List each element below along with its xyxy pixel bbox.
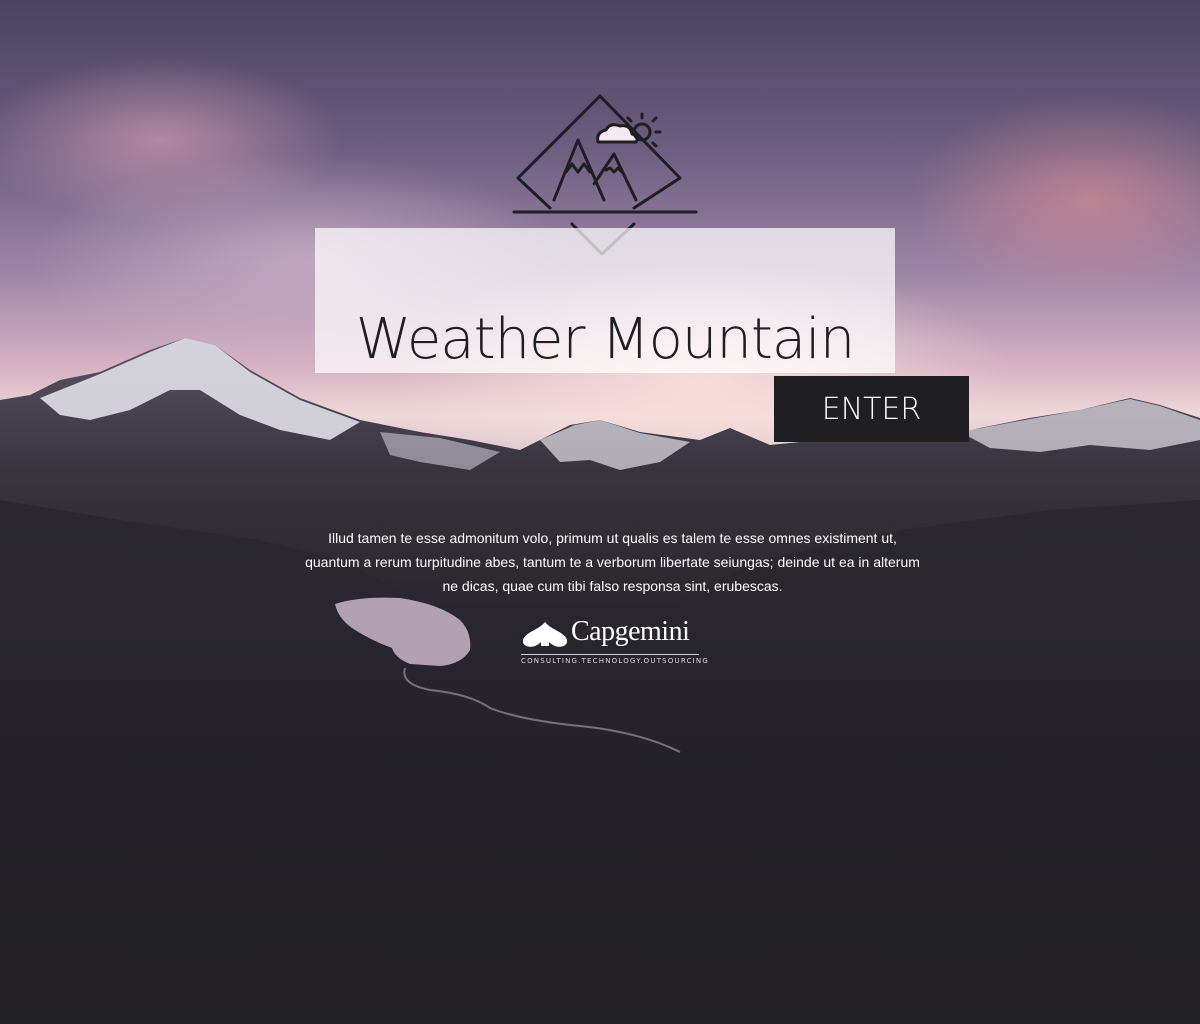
- capgemini-logo: Capgemini CONSULTING.TECHNOLOGY.OUTSOURC…: [521, 616, 708, 666]
- spade-icon: [522, 622, 568, 647]
- brand-name: Capgemini: [571, 616, 690, 647]
- landing-page: Weather Mountain ENTER Illud tamen te es…: [0, 0, 1200, 1024]
- enter-button[interactable]: ENTER: [774, 376, 969, 442]
- brand-tagline: CONSULTING.TECHNOLOGY.OUTSOURCING: [521, 654, 708, 665]
- app-title: Weather Mountain: [355, 306, 855, 372]
- description-text: Illud tamen te esse admonitum volo, prim…: [305, 530, 920, 594]
